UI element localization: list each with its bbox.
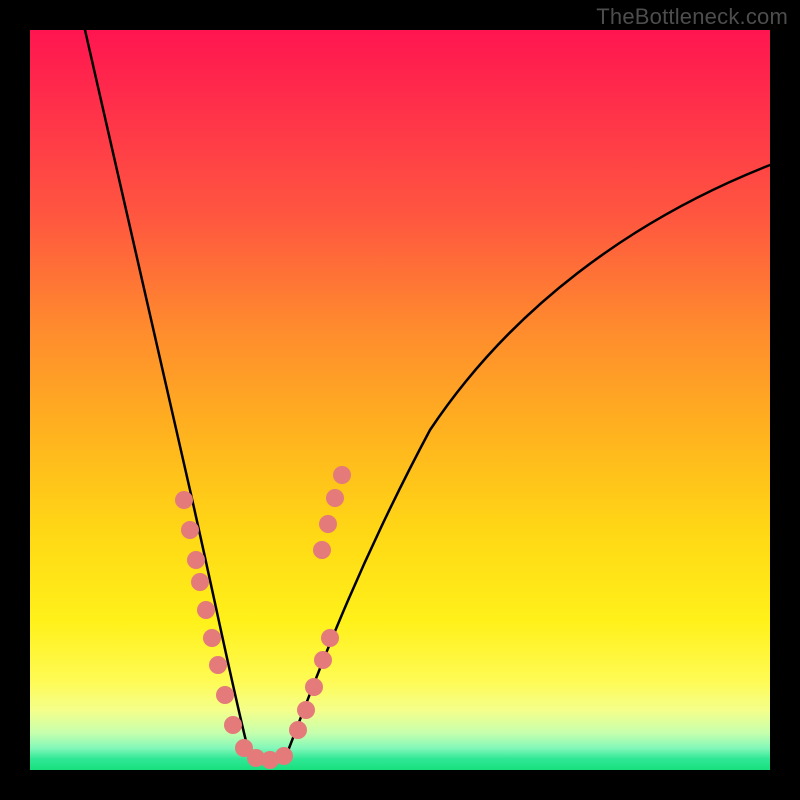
marker — [314, 651, 332, 669]
marker — [216, 686, 234, 704]
bottleneck-curve-svg — [30, 30, 770, 770]
marker — [191, 573, 209, 591]
plot-area — [30, 30, 770, 770]
marker — [321, 629, 339, 647]
marker — [175, 491, 193, 509]
data-markers — [175, 466, 351, 769]
marker — [197, 601, 215, 619]
marker — [305, 678, 323, 696]
watermark-text: TheBottleneck.com — [596, 4, 788, 30]
marker — [297, 701, 315, 719]
marker — [224, 716, 242, 734]
outer-frame: TheBottleneck.com — [0, 0, 800, 800]
marker — [313, 541, 331, 559]
marker — [275, 747, 293, 765]
marker — [319, 515, 337, 533]
marker — [333, 466, 351, 484]
marker — [181, 521, 199, 539]
marker — [203, 629, 221, 647]
curve-left-branch — [85, 30, 250, 757]
marker — [326, 489, 344, 507]
marker — [187, 551, 205, 569]
curve-right-branch — [286, 165, 770, 756]
marker — [209, 656, 227, 674]
marker — [289, 721, 307, 739]
